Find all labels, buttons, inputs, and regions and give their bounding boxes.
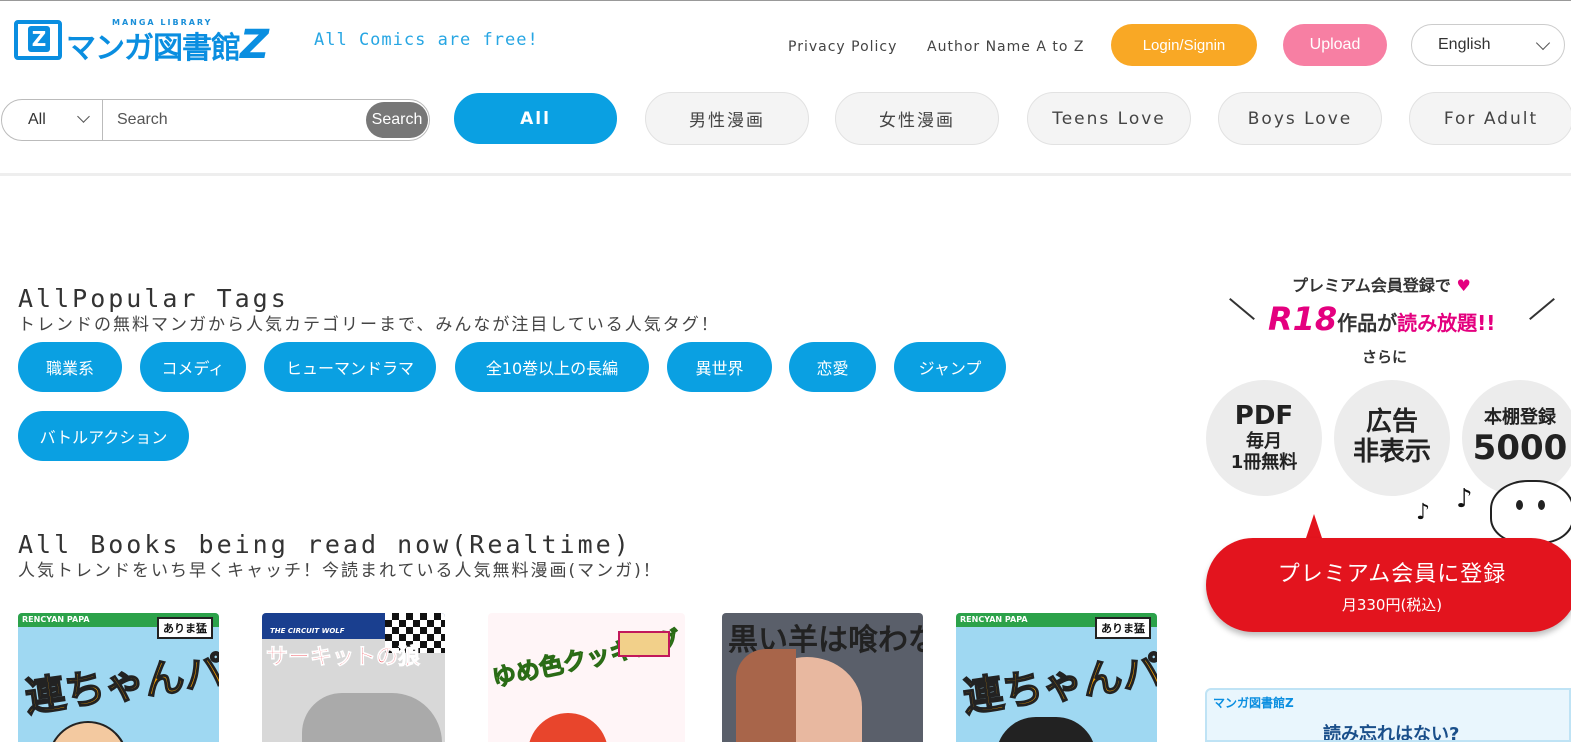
book-title: サーキットの狼 — [266, 645, 421, 671]
music-note-icon: ♪ — [1416, 500, 1431, 525]
book-cover[interactable]: THE CIRCUIT WOLF サーキットの狼 — [262, 613, 445, 742]
book-title: 連ちゃんパパ — [22, 642, 219, 722]
ad-feature-text: 1冊無料 — [1230, 451, 1298, 473]
logo-z: Z — [240, 22, 269, 68]
book-author-label: ありま猛 — [157, 617, 213, 639]
ad-feature-text: 非表示 — [1352, 437, 1431, 467]
premium-ad-banner[interactable]: プレミアム会員登録で ♥ R18作品が読み放題!! さらに PDF 毎月 1冊無… — [1200, 262, 1571, 642]
book-cover[interactable]: RENCYAN PAPA ありま猛 連ちゃんパパ — [18, 613, 219, 742]
author-a-to-z-link[interactable]: Author Name A to Z — [927, 39, 1084, 55]
book-cover-band: THE CIRCUIT WOLF — [270, 627, 345, 635]
category-tab-for-adult[interactable]: For Adult — [1409, 92, 1571, 145]
category-tab-female-manga[interactable]: 女性漫画 — [835, 92, 999, 145]
search-input[interactable] — [104, 100, 366, 140]
tag-pill[interactable]: 異世界 — [667, 342, 772, 392]
premium-price-label: 月330円(税込) — [1341, 595, 1443, 614]
search-bar: All Search — [1, 99, 430, 141]
secondary-ad-banner[interactable]: マンガ図書館Z 読み忘れはない? — [1205, 688, 1571, 742]
tag-pill[interactable]: ジャンプ — [894, 342, 1006, 392]
ad-feature-bookshelf: 本棚登録 5000 — [1462, 380, 1571, 496]
reading-now-title: All Books being read now(Realtime) — [18, 530, 632, 559]
tag-pill[interactable]: バトルアクション — [18, 411, 189, 461]
ad-feature-pdf: PDF 毎月 1冊無料 — [1206, 380, 1322, 496]
search-category-select[interactable]: All — [2, 100, 103, 140]
ad-r18-line: R18作品が読み放題!! — [1268, 300, 1495, 338]
ad-headline-text: プレミアム会員登録で — [1292, 276, 1451, 295]
character-face-image — [48, 721, 128, 742]
tag-pill[interactable]: ヒューマンドラマ — [264, 342, 436, 392]
ad-feature-text: 広告 — [1365, 407, 1418, 438]
banner-text: 読み忘れはない? — [1323, 724, 1460, 742]
ad-line2b: 読み放題!! — [1397, 311, 1496, 335]
chevron-down-icon — [1535, 35, 1551, 51]
ad-feature-text: 本棚登録 — [1484, 407, 1556, 429]
tag-pill[interactable]: 恋愛 — [789, 342, 876, 392]
top-border — [0, 0, 1571, 1]
ad-feature-text: PDF — [1234, 401, 1294, 432]
book-title: 連ちゃんパパ — [960, 642, 1157, 722]
mascot-icon — [1490, 480, 1571, 544]
popular-tags-subtitle: トレンドの無料マンガから人気カテゴリーまで、みんなが注目している人気タグ！ — [18, 315, 720, 335]
cover-badge-image — [618, 631, 670, 657]
tag-pill[interactable]: コメディ — [140, 342, 246, 392]
category-tab-male-manga[interactable]: 男性漫画 — [645, 92, 809, 145]
book-cover[interactable]: RENCYAN PAPA ありま猛 連ちゃんパパ — [956, 613, 1157, 742]
ad-headline: プレミアム会員登録で ♥ — [1292, 272, 1471, 296]
logo-text-main: マンガ図書館 — [66, 31, 241, 66]
category-tab-boys-love[interactable]: Boys Love — [1218, 92, 1382, 145]
category-tab-all[interactable]: All — [454, 93, 617, 144]
chevron-down-icon — [77, 110, 90, 123]
language-value: English — [1438, 36, 1491, 53]
character-hair-image — [528, 713, 608, 742]
music-note-icon: ♪ — [1456, 484, 1473, 514]
heart-icon: ♥ — [1456, 276, 1471, 295]
reading-now-subtitle: 人気トレンドをいち早くキャッチ！今読まれている人気無料漫画(マンガ)！ — [18, 561, 662, 581]
premium-register-button[interactable]: プレミアム会員に登録 月330円(税込) — [1206, 538, 1571, 632]
category-tab-teens-love[interactable]: Teens Love — [1027, 92, 1191, 145]
ad-feature-no-ads: 広告 非表示 — [1334, 380, 1450, 496]
ad-feature-text: 毎月 — [1246, 431, 1282, 453]
privacy-policy-link[interactable]: Privacy Policy — [788, 39, 897, 55]
book-cover[interactable]: 黒い羊は喰わない — [722, 613, 923, 742]
upload-button[interactable]: Upload — [1283, 24, 1387, 66]
site-logo[interactable]: MANGA LIBRARY Z マンガ図書館Z — [14, 14, 284, 68]
popular-tags-title: AllPopular Tags — [18, 284, 289, 313]
site-tagline: All Comics are free! — [314, 30, 539, 50]
login-button[interactable]: Login/Signin — [1111, 24, 1257, 66]
book-author-label: ありま猛 — [1095, 617, 1151, 639]
logo-box-letter: Z — [28, 26, 50, 52]
header-divider — [0, 173, 1571, 176]
search-button[interactable]: Search — [366, 102, 428, 138]
premium-register-label: プレミアム会員に登録 — [1277, 561, 1507, 587]
ad-line2a: 作品が — [1337, 311, 1398, 335]
tag-pill[interactable]: 職業系 — [18, 342, 122, 392]
ad-r18: R18 — [1268, 300, 1338, 338]
character-hair-image — [996, 717, 1096, 742]
tag-pill[interactable]: 全10巻以上の長編 — [455, 342, 649, 392]
ad-decoration-slash — [1529, 297, 1555, 321]
logo-text: マンガ図書館Z — [66, 22, 269, 68]
search-category-value: All — [28, 111, 46, 128]
logo-book-icon: Z — [14, 20, 62, 60]
ad-decoration-slash — [1229, 297, 1255, 321]
character-hair-image — [736, 649, 796, 742]
book-cover[interactable]: ゆめ色クッキング — [488, 613, 685, 742]
language-select[interactable]: English — [1411, 24, 1565, 66]
banner-logo: マンガ図書館Z — [1213, 696, 1294, 710]
car-image — [302, 693, 442, 742]
ad-feature-text: 5000 — [1472, 427, 1568, 468]
ad-sarani: さらに — [1362, 348, 1408, 366]
